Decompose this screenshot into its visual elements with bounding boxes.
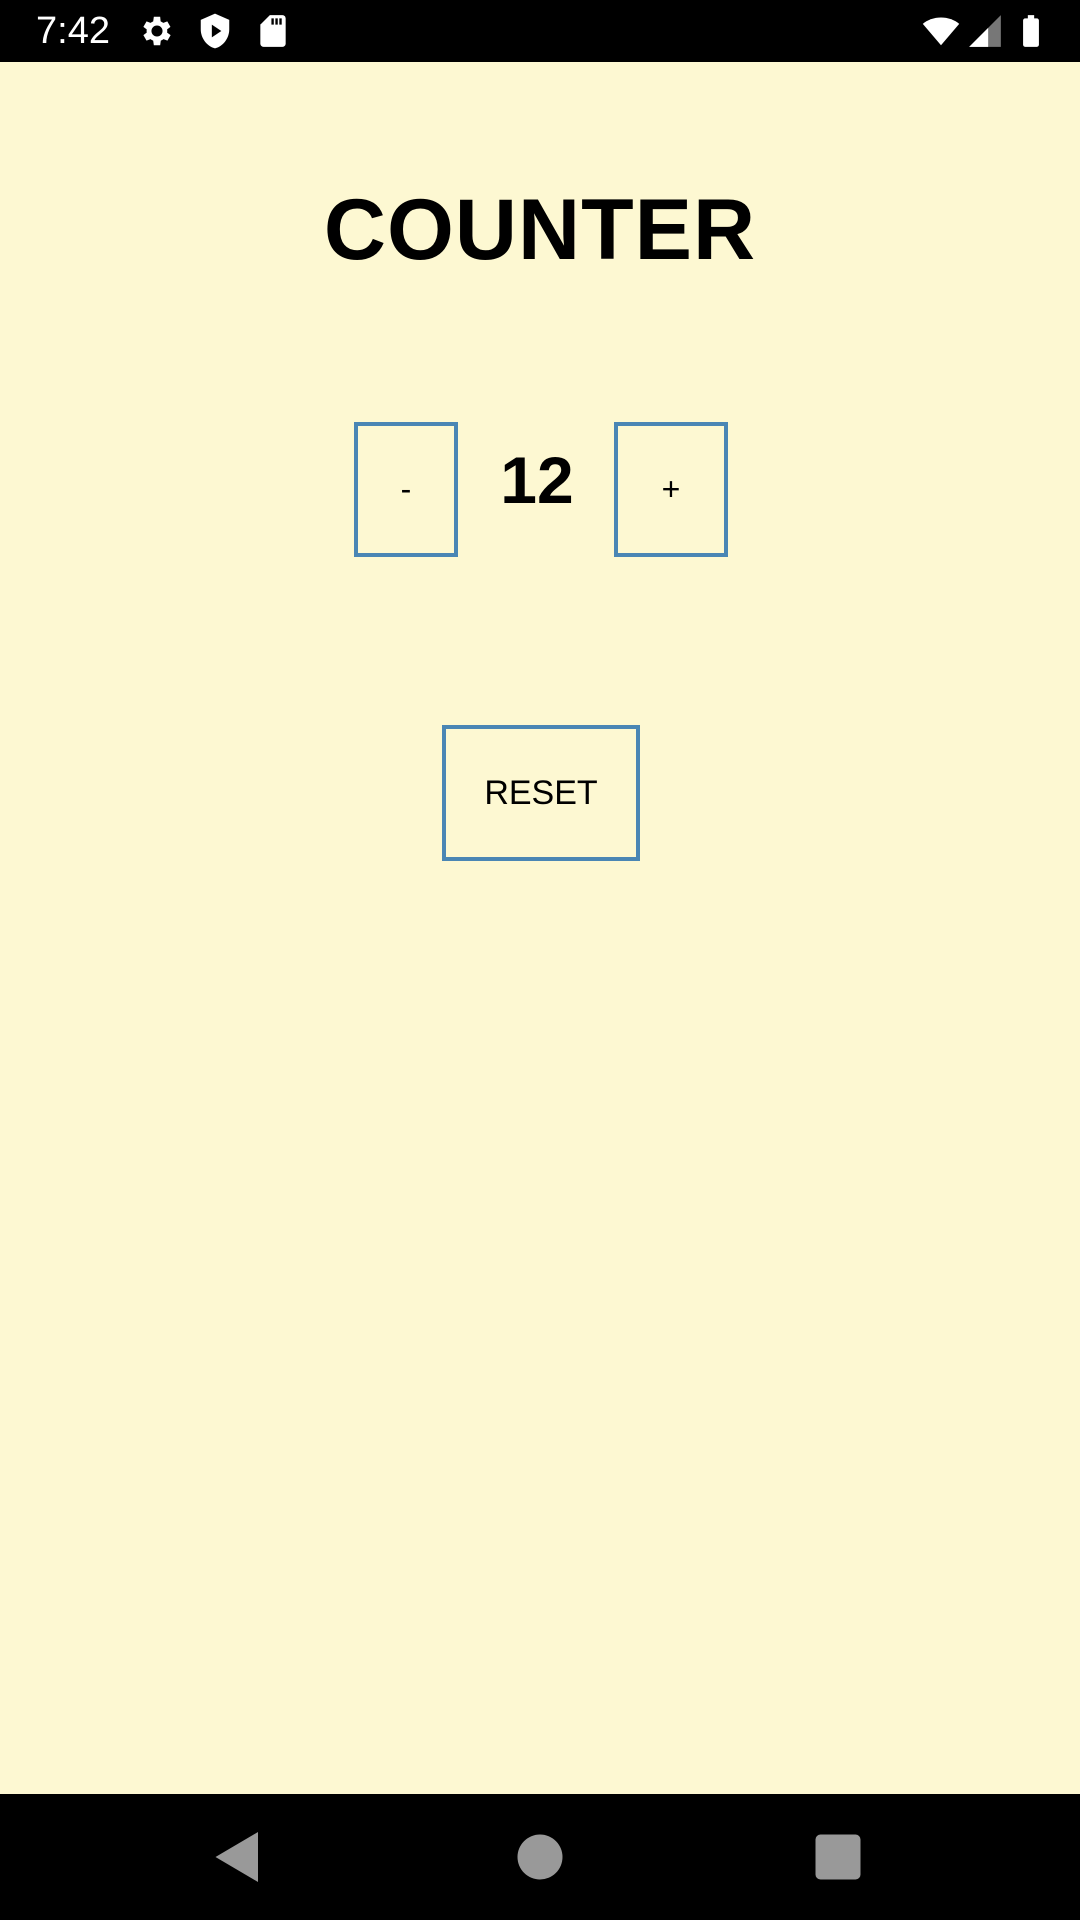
status-time: 7:42 xyxy=(36,10,110,52)
home-icon[interactable] xyxy=(510,1827,570,1887)
status-bar: 7:42 xyxy=(0,0,1080,62)
page-title: COUNTER xyxy=(323,182,757,278)
back-icon[interactable] xyxy=(208,1827,268,1887)
decrement-button[interactable]: - xyxy=(354,422,458,557)
reset-button[interactable]: RESET xyxy=(442,725,640,861)
battery-icon xyxy=(1012,12,1050,50)
wifi-icon xyxy=(922,12,960,50)
counter-value: 12 xyxy=(500,443,574,517)
signal-icon xyxy=(966,12,1004,50)
increment-button[interactable]: + xyxy=(614,422,728,557)
navigation-bar xyxy=(0,1794,1080,1920)
recents-icon[interactable] xyxy=(808,1827,868,1887)
gear-icon xyxy=(138,12,176,50)
shield-play-icon xyxy=(196,12,234,50)
sd-card-icon xyxy=(254,12,292,50)
